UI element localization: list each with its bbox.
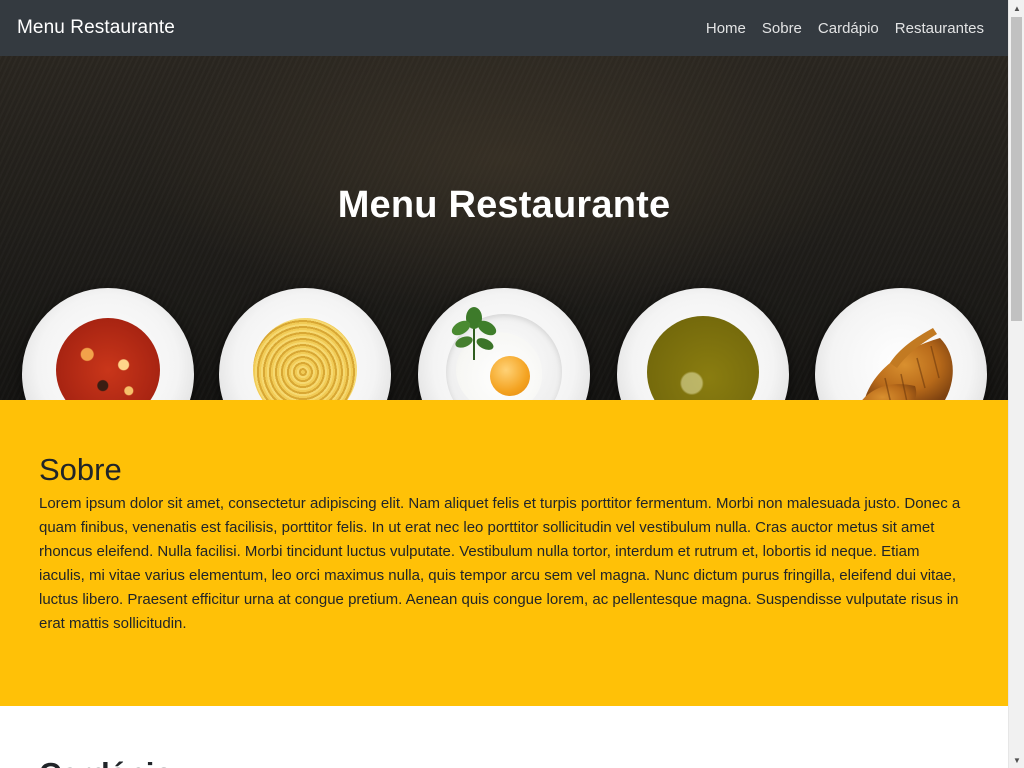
vertical-scrollbar[interactable]: ▲ ▼ <box>1008 0 1024 768</box>
nav-link-home[interactable]: Home <box>706 20 746 37</box>
nav-link-sobre[interactable]: Sobre <box>762 20 802 37</box>
herb-icon <box>451 307 497 360</box>
page: Menu Restaurante Home Sobre Cardápio Res… <box>0 0 1008 768</box>
spaghetti-image <box>253 318 357 400</box>
croissant-icon <box>862 328 953 400</box>
nav-link-restaurantes[interactable]: Restaurantes <box>895 20 984 37</box>
plate-fried-egg <box>418 288 590 400</box>
scroll-up-arrow-icon[interactable]: ▲ <box>1009 0 1024 16</box>
hero-banner: Menu Restaurante <box>0 56 1008 400</box>
nav-link-cardapio[interactable]: Cardápio <box>818 20 879 37</box>
about-section: Sobre Lorem ipsum dolor sit amet, consec… <box>0 400 1008 706</box>
navbar-brand[interactable]: Menu Restaurante <box>17 17 175 39</box>
about-title: Sobre <box>39 452 122 487</box>
about-text: Lorem ipsum dolor sit amet, consectetur … <box>39 495 961 632</box>
navbar: Menu Restaurante Home Sobre Cardápio Res… <box>0 0 1008 56</box>
nav-links: Home Sobre Cardápio Restaurantes <box>706 20 984 37</box>
menu-section: Cardápio <box>0 706 1008 768</box>
plate-pea-soup <box>617 288 789 400</box>
plate-spaghetti <box>219 288 391 400</box>
hero-title: Menu Restaurante <box>337 184 671 226</box>
plate-tomato-soup <box>22 288 194 400</box>
pea-soup-image <box>647 316 759 400</box>
plate-croissants <box>815 288 987 400</box>
scroll-thumb[interactable] <box>1011 17 1022 321</box>
scroll-down-arrow-icon[interactable]: ▼ <box>1009 752 1024 768</box>
menu-title: Cardápio <box>39 756 969 768</box>
tomato-soup-image <box>56 318 160 400</box>
